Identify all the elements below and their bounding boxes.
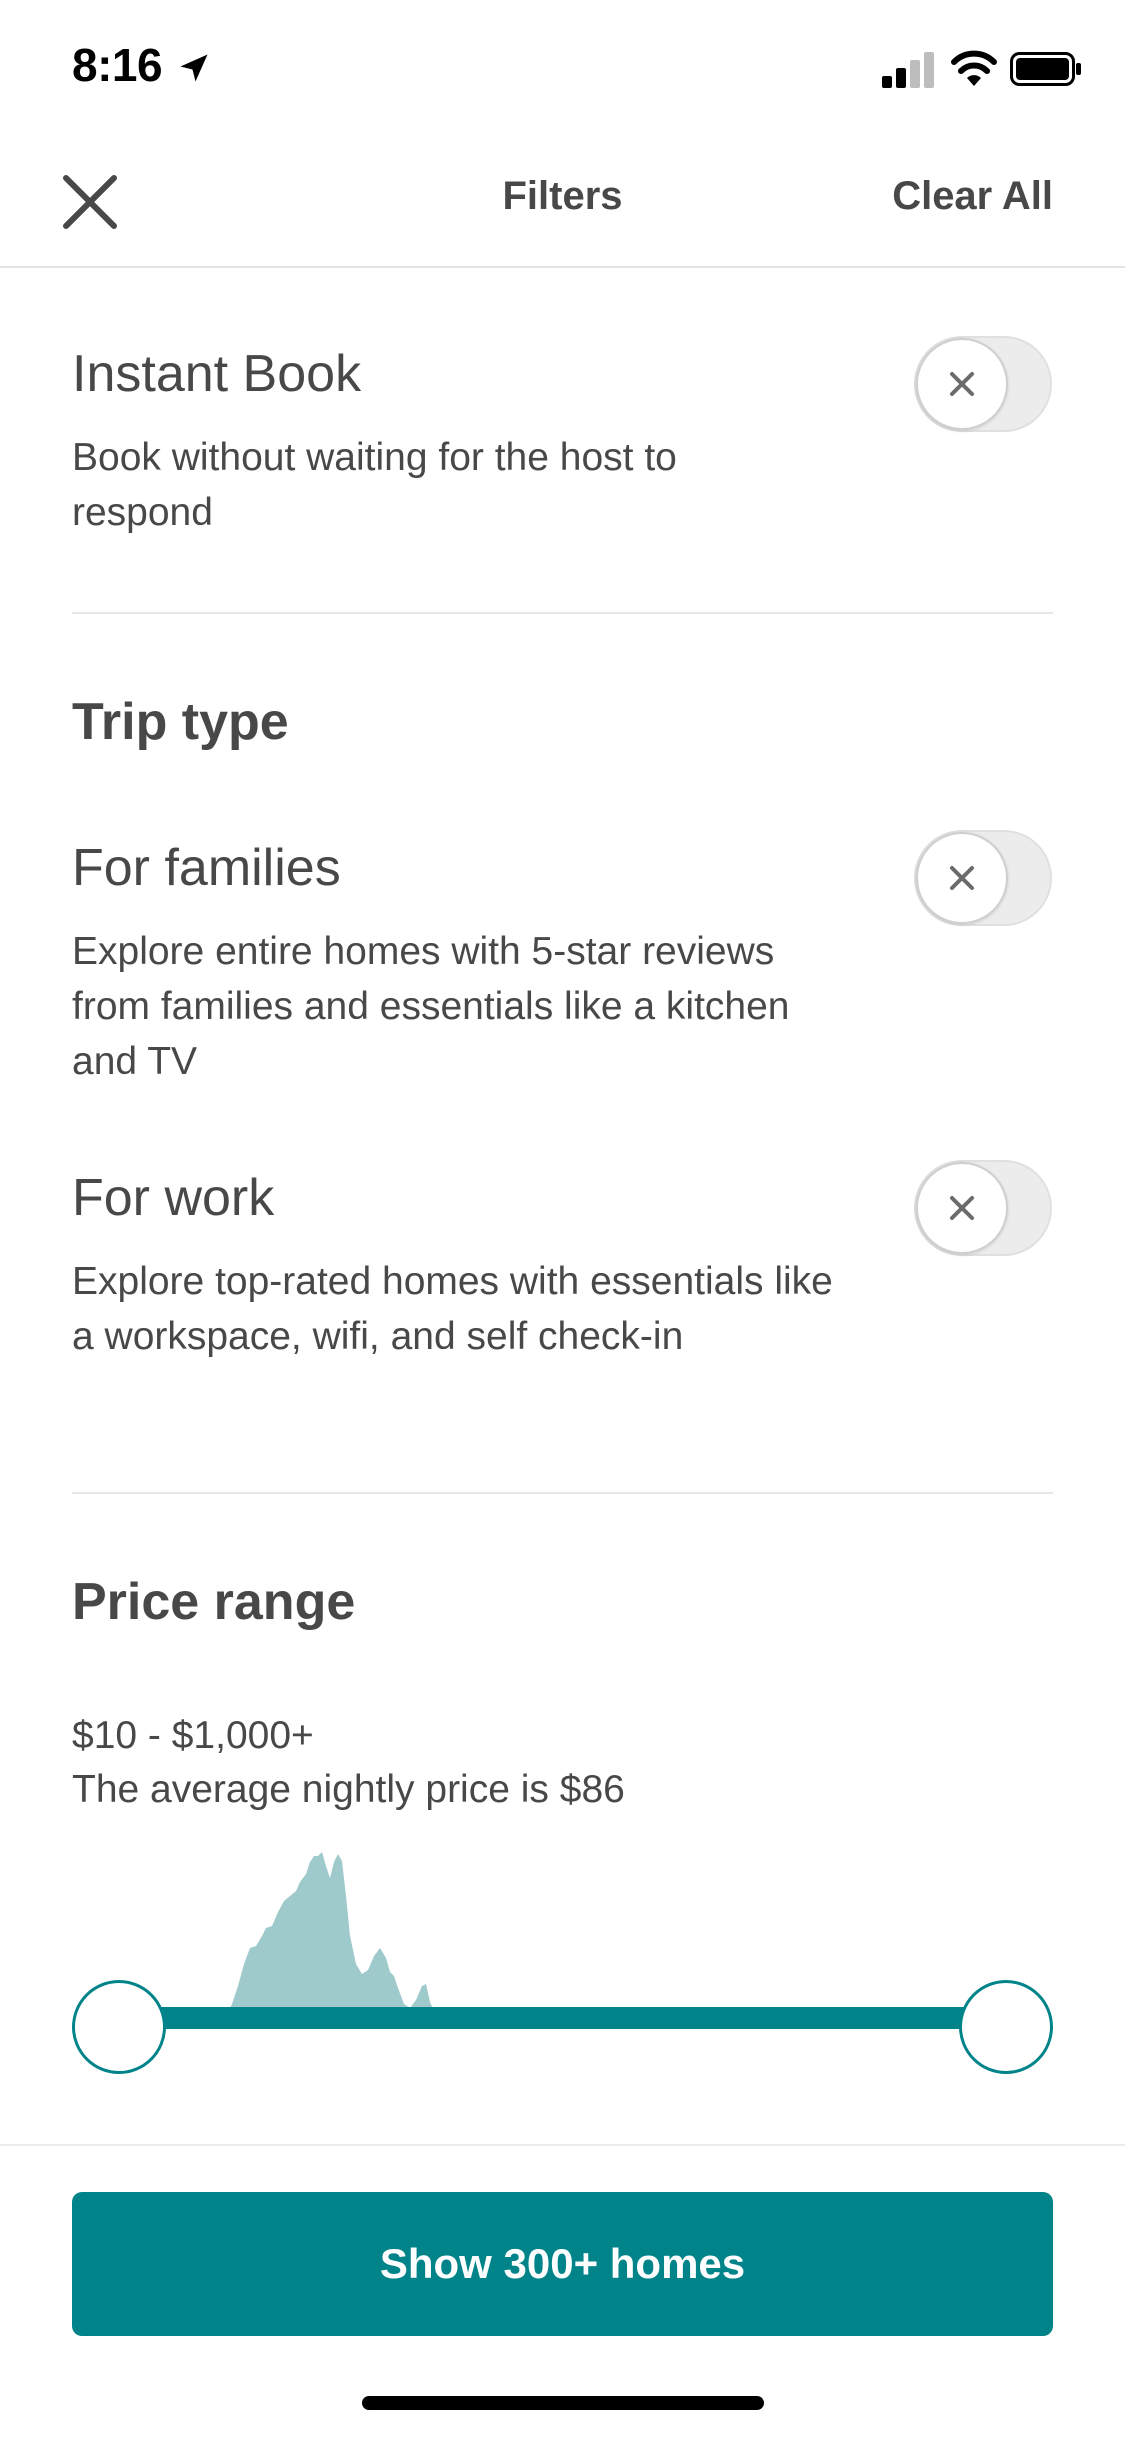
bottom-bar: Show 300+ homes: [0, 2144, 1125, 2438]
for-families-toggle[interactable]: [914, 830, 1052, 926]
toggle-knob: [916, 832, 1008, 924]
x-icon: [950, 372, 974, 396]
instant-book-title: Instant Book: [72, 345, 362, 403]
home-indicator: [362, 2396, 764, 2410]
slider-min-handle[interactable]: [72, 1980, 166, 2074]
instant-book-toggle[interactable]: [914, 336, 1052, 432]
histogram-shape: [220, 1852, 442, 2026]
x-icon: [950, 1196, 974, 1220]
price-histogram: [220, 1852, 570, 2026]
status-bar: 8:16: [0, 0, 1125, 140]
show-homes-button[interactable]: Show 300+ homes: [72, 2192, 1053, 2336]
status-time: 8:16: [72, 39, 163, 91]
for-work-title: For work: [72, 1169, 275, 1227]
instant-book-description: Book without waiting for the host to res…: [72, 436, 677, 534]
close-button[interactable]: [58, 170, 122, 234]
for-work-description: Explore top-rated homes with essentials …: [72, 1260, 833, 1358]
location-arrow-icon: [180, 54, 208, 82]
slider-track[interactable]: [118, 2007, 1007, 2029]
battery-icon: [1010, 52, 1081, 86]
for-work-toggle[interactable]: [914, 1160, 1052, 1256]
divider: [72, 1492, 1053, 1494]
toggle-knob: [916, 338, 1008, 430]
trip-type-heading: Trip type: [72, 693, 289, 751]
for-families-title: For families: [72, 839, 341, 897]
toggle-knob: [916, 1162, 1008, 1254]
nav-bar: Filters Clear All: [0, 140, 1125, 268]
x-icon: [950, 866, 974, 890]
slider-max-handle[interactable]: [959, 1980, 1053, 2074]
wifi-icon: [951, 50, 997, 86]
cellular-signal-icon: [882, 52, 934, 88]
for-families-description: Explore entire homes with 5-star reviews…: [72, 930, 790, 1083]
clear-all-button[interactable]: Clear All: [892, 174, 1053, 219]
close-icon: [63, 175, 117, 229]
divider: [72, 612, 1053, 614]
